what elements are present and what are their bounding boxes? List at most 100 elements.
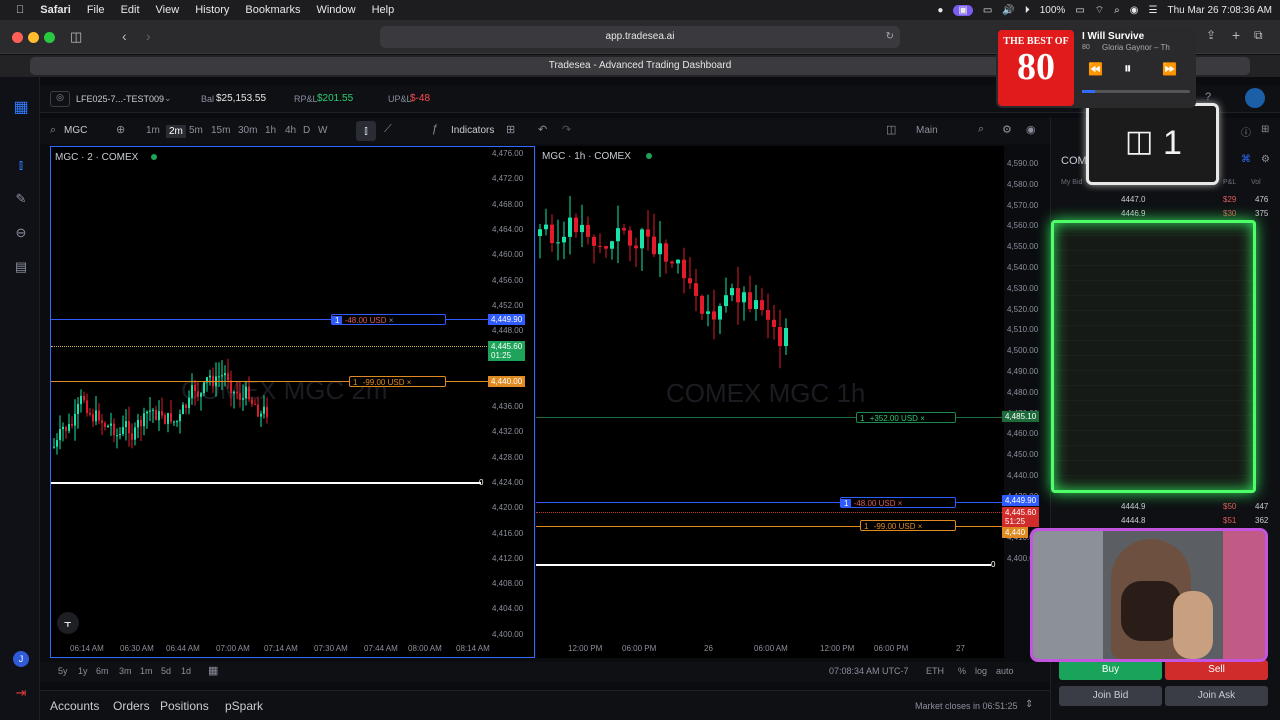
- battery-icon[interactable]: ▭: [1075, 5, 1084, 16]
- tf-1m[interactable]: 1m: [146, 125, 160, 136]
- forward-icon[interactable]: ›: [146, 28, 151, 44]
- zoom-window-button[interactable]: [44, 32, 55, 43]
- dom-price[interactable]: 4447.0: [1121, 195, 1145, 204]
- info-icon[interactable]: ⓘ: [1241, 124, 1251, 139]
- tf-15m[interactable]: 15m: [211, 125, 230, 136]
- templates-icon[interactable]: ⊞: [506, 123, 515, 136]
- tf-5m[interactable]: 5m: [189, 125, 203, 136]
- dom-price[interactable]: 4444.9: [1121, 502, 1145, 511]
- close-icon[interactable]: ×: [918, 522, 923, 531]
- tf-2m[interactable]: 2m: [166, 125, 186, 138]
- account-selector[interactable]: LFE025-7...-TEST009: [76, 94, 164, 104]
- redo-icon[interactable]: ↷: [562, 123, 571, 136]
- share-icon[interactable]: ⇪: [1206, 28, 1216, 42]
- pause-icon[interactable]: ⏸: [1124, 60, 1132, 77]
- menu-window[interactable]: Window: [316, 4, 355, 16]
- tf-w[interactable]: W: [318, 125, 327, 136]
- layout-selector[interactable]: Main: [916, 125, 938, 136]
- chart-panel-2m[interactable]: MGC · 2 · COMEX COMEX MGC 2m 0 1 -48.00 …: [50, 146, 535, 658]
- undo-icon[interactable]: ↶: [538, 123, 547, 136]
- menu-history[interactable]: History: [195, 4, 229, 16]
- document-icon[interactable]: ▤: [12, 259, 30, 277]
- play-icon[interactable]: ⏵: [1025, 5, 1030, 16]
- range-5d[interactable]: 5d: [161, 666, 171, 676]
- search-icon[interactable]: ⌕: [1114, 5, 1120, 16]
- help-icon[interactable]: ?: [1205, 91, 1211, 103]
- dom-price[interactable]: 4444.8: [1121, 516, 1145, 525]
- reload-icon[interactable]: ↻: [886, 26, 894, 48]
- join-ask-button[interactable]: Join Ask: [1165, 686, 1268, 706]
- back-icon[interactable]: ‹: [122, 28, 127, 44]
- close-icon[interactable]: ×: [389, 316, 394, 325]
- cast-icon[interactable]: ▭: [983, 5, 992, 16]
- range-6m[interactable]: 6m: [96, 666, 109, 676]
- search-icon[interactable]: ⌕: [50, 124, 56, 137]
- user-avatar[interactable]: J: [13, 651, 29, 667]
- tab-orders[interactable]: Orders: [113, 699, 150, 713]
- indicators-icon[interactable]: ƒ: [432, 123, 438, 135]
- percent-toggle[interactable]: %: [958, 666, 966, 676]
- buy-button[interactable]: Buy: [1059, 660, 1162, 680]
- volume-icon[interactable]: 🔊: [1002, 5, 1014, 16]
- dom-price[interactable]: 4446.9: [1121, 209, 1145, 218]
- sidebar-icon[interactable]: ◫: [70, 29, 82, 45]
- apple-icon[interactable]: : [16, 4, 24, 16]
- control-center-icon[interactable]: ☰: [1149, 5, 1158, 16]
- indicators-button[interactable]: Indicators: [451, 125, 494, 136]
- chevron-down-icon[interactable]: ⌄: [164, 93, 172, 104]
- calendar-icon[interactable]: ▦: [208, 664, 218, 677]
- tabs-overview-icon[interactable]: ⧉: [1254, 28, 1263, 43]
- join-bid-button[interactable]: Join Bid: [1059, 686, 1162, 706]
- range-1d[interactable]: 1d: [181, 666, 191, 676]
- menu-edit[interactable]: Edit: [121, 4, 140, 16]
- range-1m[interactable]: 1m: [140, 666, 153, 676]
- tab-accounts[interactable]: Accounts: [50, 699, 99, 713]
- address-bar[interactable]: app.tradesea.ai ↻: [380, 26, 900, 48]
- logo-icon[interactable]: [1245, 88, 1265, 108]
- minimize-window-button[interactable]: [28, 32, 39, 43]
- tf-30m[interactable]: 30m: [238, 125, 257, 136]
- log-toggle[interactable]: log: [975, 666, 987, 676]
- tf-4h[interactable]: 4h: [285, 125, 296, 136]
- menu-help[interactable]: Help: [372, 4, 395, 16]
- tf-1h[interactable]: 1h: [265, 125, 276, 136]
- price-axis-2m[interactable]: 4,476.00 4,472.00 4,468.00 4,464.00 4,460.00…: [490, 146, 534, 639]
- auto-toggle[interactable]: auto: [996, 666, 1014, 676]
- close-icon[interactable]: ×: [407, 378, 412, 387]
- dashboard-icon[interactable]: ▦: [12, 97, 30, 116]
- siri-icon[interactable]: ◉: [1130, 5, 1139, 16]
- close-window-button[interactable]: [12, 32, 23, 43]
- tab-pspark[interactable]: pSpark: [225, 699, 263, 713]
- zoom-icon[interactable]: ⌕: [978, 123, 984, 136]
- camera-icon[interactable]: ◉: [1026, 123, 1036, 136]
- order-label-1[interactable]: 1 -48.00 USD ×: [840, 497, 956, 508]
- tf-d[interactable]: D: [303, 125, 310, 136]
- clock-text[interactable]: 07:08:34 AM UTC-7: [829, 666, 909, 676]
- chart-icon[interactable]: ⫾: [12, 157, 30, 175]
- forward-icon[interactable]: ⏩: [1162, 62, 1177, 76]
- bluetooth-icon[interactable]: ⌘: [1241, 154, 1251, 165]
- close-icon[interactable]: ×: [898, 499, 903, 508]
- rewind-icon[interactable]: ⏪: [1088, 62, 1103, 76]
- settings-icon[interactable]: ⚙: [1002, 123, 1012, 136]
- symbol-input[interactable]: MGC: [64, 125, 87, 136]
- record-icon[interactable]: ●: [937, 5, 943, 16]
- dom-settings-icon[interactable]: ⚙: [1261, 154, 1270, 165]
- new-tab-icon[interactable]: +: [1232, 27, 1240, 43]
- wifi-icon[interactable]: ⌔: [1095, 4, 1104, 17]
- screen-icon[interactable]: ▣: [953, 4, 973, 16]
- tab-positions[interactable]: Positions: [160, 699, 209, 713]
- tp-label[interactable]: 1 +352.00 USD ×: [856, 412, 956, 423]
- pen-icon[interactable]: ✎: [12, 191, 30, 209]
- expand-icon[interactable]: ⇕: [1025, 699, 1033, 710]
- session-toggle[interactable]: ETH: [926, 666, 944, 676]
- menu-view[interactable]: View: [156, 4, 180, 16]
- sell-button[interactable]: Sell: [1165, 660, 1268, 680]
- add-symbol-icon[interactable]: ⊕: [116, 123, 125, 136]
- range-1y[interactable]: 1y: [78, 666, 88, 676]
- progress-track[interactable]: [1082, 90, 1190, 93]
- account-switch-icon[interactable]: ◎: [50, 91, 70, 107]
- line-tool-icon[interactable]: ⟋: [384, 123, 392, 136]
- layout-icon[interactable]: ◫: [886, 123, 896, 136]
- menu-app-name[interactable]: Safari: [40, 4, 71, 16]
